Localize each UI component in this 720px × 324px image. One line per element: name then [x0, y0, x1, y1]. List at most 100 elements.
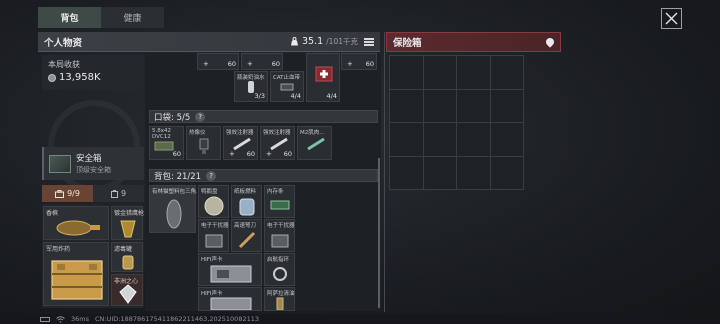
weight-max: /101千克 [326, 37, 358, 46]
item-slot[interactable]: 内存条 [264, 185, 295, 218]
pocket-help-icon[interactable]: ? [195, 111, 206, 122]
safe-box-slot[interactable]: 安全箱 顶级安全箱 [42, 147, 144, 180]
uid-text: CN:UID:188786175411862211463,20251008211… [95, 315, 259, 323]
earnings-value-row: 13,958K [48, 72, 138, 83]
status-bar: 36ms CN:UID:188786175411862211463,202510… [0, 314, 720, 324]
jammer-icon [205, 234, 223, 248]
tab-backpack[interactable]: 背包 [38, 7, 101, 28]
filter-canister-icon [122, 255, 134, 270]
safe-box-grade: 顶级安全箱 [76, 166, 111, 174]
toolbox-icon [55, 189, 65, 198]
item-slot[interactable]: HIFI声卡 [198, 253, 262, 286]
inventory-scrollbar[interactable] [378, 158, 380, 308]
tab-health[interactable]: 健康 [101, 7, 164, 28]
equipment-item[interactable]: 军用炸药 [43, 242, 109, 306]
close-button[interactable] [661, 8, 682, 29]
item-slot[interactable]: 4/4 [306, 53, 340, 102]
plate-icon [204, 196, 224, 216]
item-slot[interactable]: 有林猫塑料包三角... [149, 185, 197, 233]
subtab-bag-label: 9 [120, 189, 127, 198]
grid-slot[interactable] [390, 156, 423, 189]
pocket-label: 口袋: 5/5 [154, 112, 191, 123]
menu-icon[interactable] [364, 37, 374, 46]
grid-slot[interactable] [390, 56, 423, 89]
grid-slot[interactable] [423, 156, 456, 189]
jammer-icon [271, 234, 289, 248]
grid-slot[interactable] [490, 56, 523, 89]
safe-box-grid[interactable] [389, 55, 524, 190]
weight-icon [291, 37, 298, 46]
grid-slot[interactable] [457, 156, 490, 189]
item-slot[interactable]: 电子干扰器 [264, 219, 295, 252]
backpack-header: 背包: 21/21 ? [149, 169, 378, 182]
item-slot[interactable]: 电子干扰器 [198, 219, 229, 252]
inventory-scroll-area[interactable]: +60 +60 +60 瓶装奶油水 3/3 CAT止血带 4/4 4/4 口袋:… [145, 53, 381, 311]
battery-icon [40, 316, 50, 322]
item-slot[interactable]: +60 [197, 53, 239, 70]
grid-slot[interactable] [423, 89, 456, 122]
item-slot[interactable]: 瓶装奶油水 3/3 [234, 71, 268, 102]
personal-header: 个人物资 35.1/101千克 [38, 32, 380, 52]
item-slot[interactable]: 强效注射器 +60 [223, 126, 258, 160]
memory-stick-icon [270, 200, 290, 210]
equipment-item[interactable]: 非洲之心 [111, 274, 143, 306]
safe-box-name: 安全箱 [76, 154, 102, 164]
close-icon [665, 12, 678, 25]
grid-slot[interactable] [423, 123, 456, 156]
grid-slot[interactable] [457, 89, 490, 122]
champagne-icon [56, 220, 100, 236]
item-slot[interactable]: 启航指环 [264, 253, 295, 286]
grid-slot[interactable] [390, 123, 423, 156]
grid-slot[interactable] [457, 56, 490, 89]
grid-slot[interactable] [490, 123, 523, 156]
item-slot[interactable]: 纸板燃料 [231, 185, 262, 218]
earnings-card: 本局收获 13,958K [42, 55, 144, 90]
grid-slot[interactable] [390, 89, 423, 122]
medkit-icon [315, 66, 333, 82]
item-slot[interactable]: 强效注射器 +60 [260, 126, 295, 160]
item-slot[interactable]: M2肌肉... [297, 126, 332, 160]
grid-slot[interactable] [490, 89, 523, 122]
equipment-item[interactable]: 香槟 [43, 206, 109, 240]
equipment-grid: 香槟 镀金猎鹰枪 军用炸药 滤毒罐 非洲之心 [42, 204, 144, 308]
weight-readout: 35.1/101千克 [290, 36, 358, 47]
backpack-label: 背包: 21/21 [154, 171, 202, 182]
fuel-can-icon [239, 198, 255, 216]
panel-divider [384, 32, 385, 312]
weight-current: 35.1 [302, 36, 324, 47]
grid-slot[interactable] [423, 56, 456, 89]
subtab-bag[interactable]: 9 [93, 185, 144, 202]
pin-icon[interactable] [544, 36, 556, 48]
gear-bag-icon [166, 199, 182, 229]
gold-eagle-icon [120, 220, 136, 238]
item-slot[interactable]: 高速弩刀 [231, 219, 262, 252]
oil-bottle-icon [276, 297, 284, 310]
safe-box-icon [49, 154, 71, 173]
equipment-item-name: 香槟 [46, 210, 59, 217]
ring-icon [273, 267, 287, 281]
equipment-item-name: 滤毒罐 [114, 246, 133, 253]
ammo-box-icon [154, 141, 174, 151]
item-slot[interactable]: HIFI声卡 [198, 287, 262, 311]
ping-value: 36ms [71, 315, 89, 323]
wifi-icon [56, 315, 65, 323]
safe-box-header: 保险箱 [386, 32, 561, 52]
equipment-item[interactable]: 滤毒罐 [111, 242, 143, 272]
item-slot[interactable]: 5.8x42 DVC12 60 [149, 126, 184, 160]
item-slot[interactable]: +60 [241, 53, 283, 70]
equipment-item[interactable]: 镀金猎鹰枪 [111, 206, 144, 240]
backpack-help-icon[interactable]: ? [206, 170, 217, 181]
item-slot[interactable]: +60 [341, 53, 377, 70]
sound-card-icon [210, 265, 252, 283]
bag-icon [110, 189, 118, 198]
item-slot[interactable]: 鸭鹅盘 [198, 185, 229, 218]
item-slot[interactable]: CAT止血带 4/4 [270, 71, 304, 102]
grid-slot[interactable] [490, 156, 523, 189]
subtab-toolbox[interactable]: 9/9 [42, 185, 93, 202]
item-slot[interactable]: 阿萨拉清油 [264, 287, 295, 311]
injector-icon [307, 137, 325, 151]
item-slot[interactable]: 热像仪 [186, 126, 221, 160]
diamond-icon [119, 284, 137, 304]
equipment-subtabs: 9/9 9 [42, 185, 144, 202]
grid-slot[interactable] [457, 123, 490, 156]
